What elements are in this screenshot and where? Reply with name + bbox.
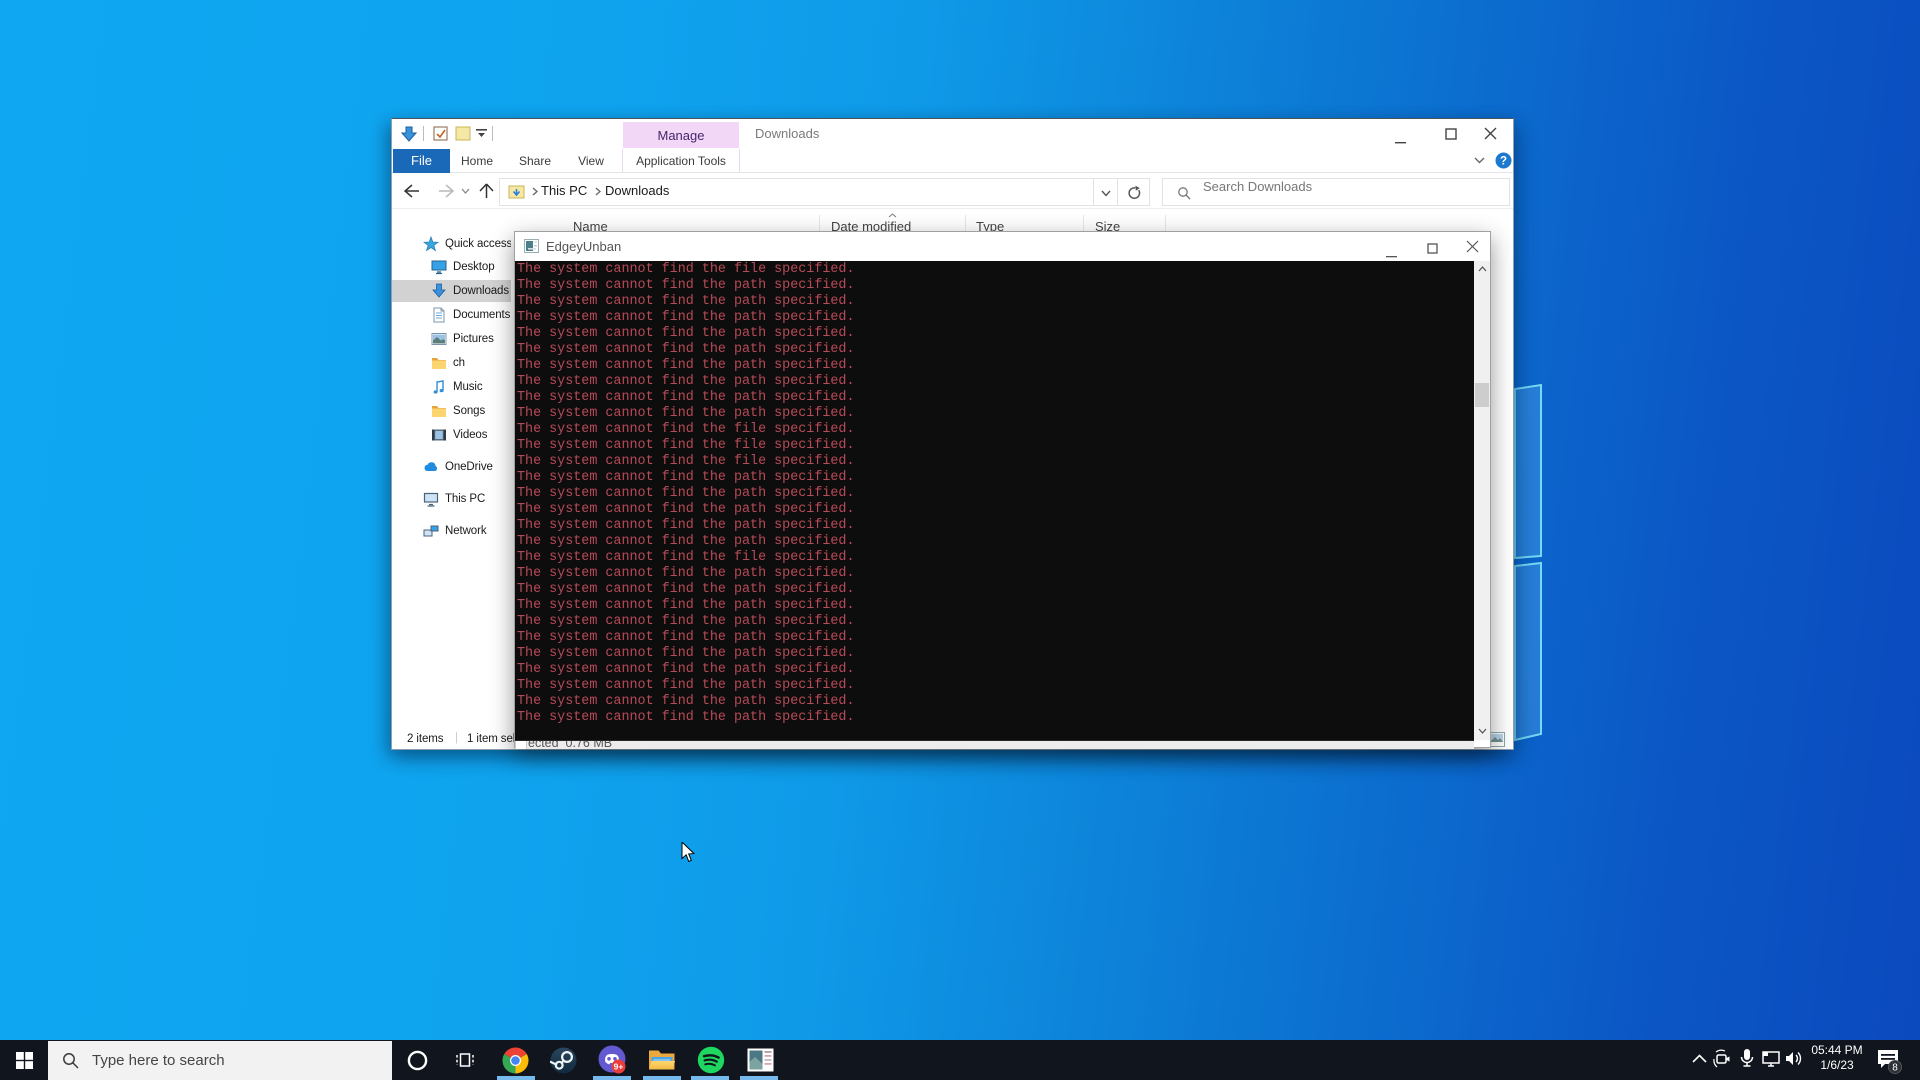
svg-text:?: ? (1500, 156, 1507, 168)
svg-text:9+: 9+ (614, 1061, 624, 1071)
svg-text:8: 8 (1892, 1063, 1898, 1074)
